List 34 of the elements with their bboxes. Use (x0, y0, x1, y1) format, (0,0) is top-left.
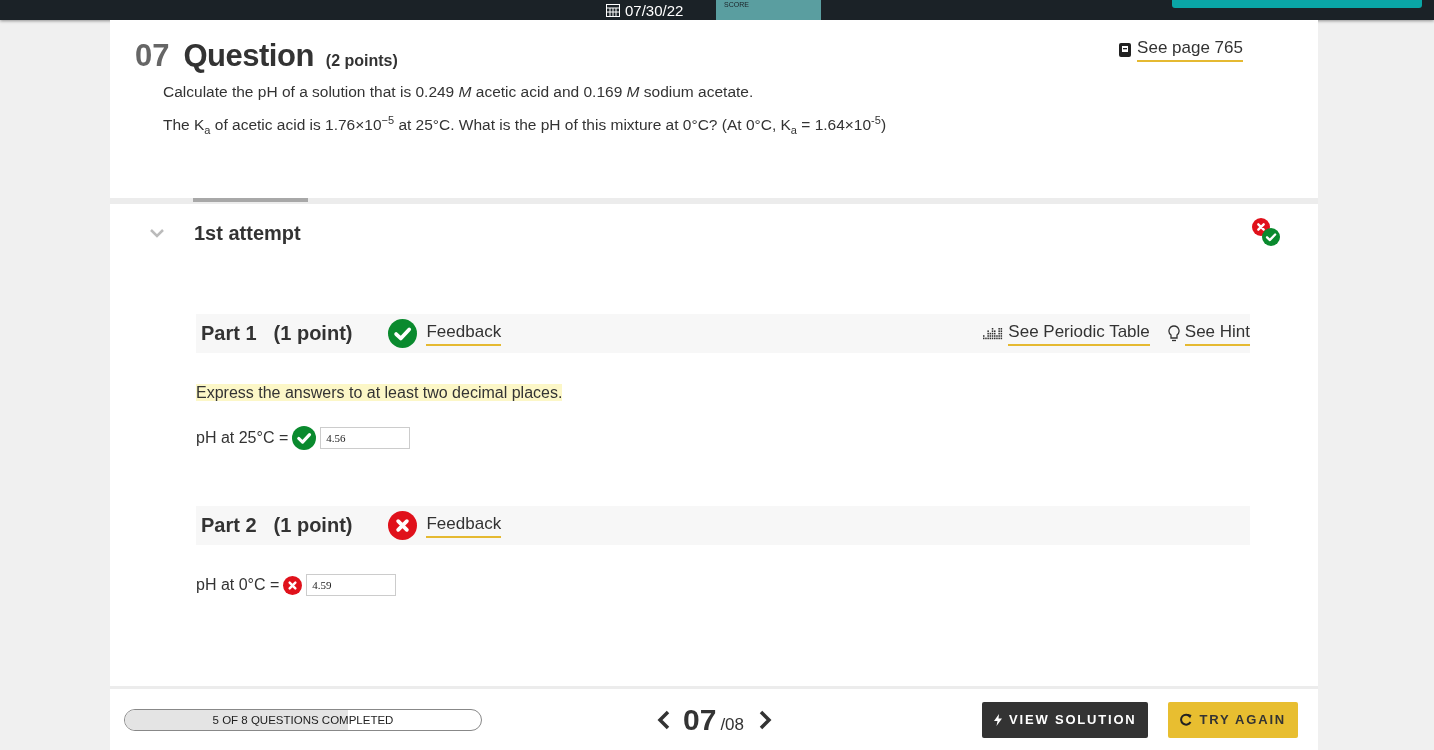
periodic-table-icon (983, 326, 1004, 341)
calendar-icon (606, 3, 620, 17)
part-points: (1 point) (273, 322, 353, 345)
instruction-text: Express the answers to at least two decimal places. (196, 384, 563, 401)
periodic-table-link[interactable]: See Periodic Table (1008, 321, 1150, 346)
view-solution-button[interactable]: VIEW SOLUTION (982, 701, 1149, 738)
question-points: (2 points) (325, 52, 398, 70)
page-reference-link[interactable]: See page 765 (1137, 38, 1243, 62)
answer-label: pH at 25°C = (196, 429, 289, 447)
feedback-link[interactable]: Feedback (426, 513, 502, 538)
book-icon (1119, 43, 1132, 57)
input-field[interactable]: 4.59 (306, 574, 397, 596)
feedback-link[interactable]: Feedback (426, 321, 502, 346)
hint-link[interactable]: See Hint (1184, 321, 1250, 346)
part-points: (1 point) (273, 514, 353, 537)
lightning-icon (994, 713, 1003, 726)
question-title: Question (183, 38, 314, 74)
input-field[interactable]: 4.56 (320, 427, 411, 449)
attempt-title: 1st attempt (194, 221, 302, 245)
question-counter: 07 (683, 702, 717, 737)
try-again-button[interactable]: TRY AGAIN (1168, 701, 1298, 738)
question-text: The K$_{a}$ of acetic acid is 1.76×10$^{−5}$ at 25°C. What is the pH of this mixture at 0°C? (At 0°C, K$_{a}$ = 1.64×10$^{-5}$) (163, 113, 888, 139)
chevron-right-icon[interactable] (758, 709, 772, 730)
question-text: Calculate the pH of a solution that is 0.249 M acetic acid and 0.169 M sodium acetate. (163, 82, 755, 102)
part-title: Part 1 (201, 322, 257, 345)
date-text: 07/30/22 (625, 1, 684, 19)
part-title: Part 2 (201, 514, 257, 537)
question-number: 07 (135, 38, 170, 74)
answer-label: pH at 0°C = (196, 576, 280, 594)
progress-label: 5 OF 8 QUESTIONS COMPLETED (212, 713, 394, 726)
chevron-left-icon[interactable] (657, 709, 671, 730)
refresh-icon (1180, 713, 1193, 726)
question-total: /08 (720, 714, 744, 735)
lightbulb-icon (1167, 325, 1180, 342)
